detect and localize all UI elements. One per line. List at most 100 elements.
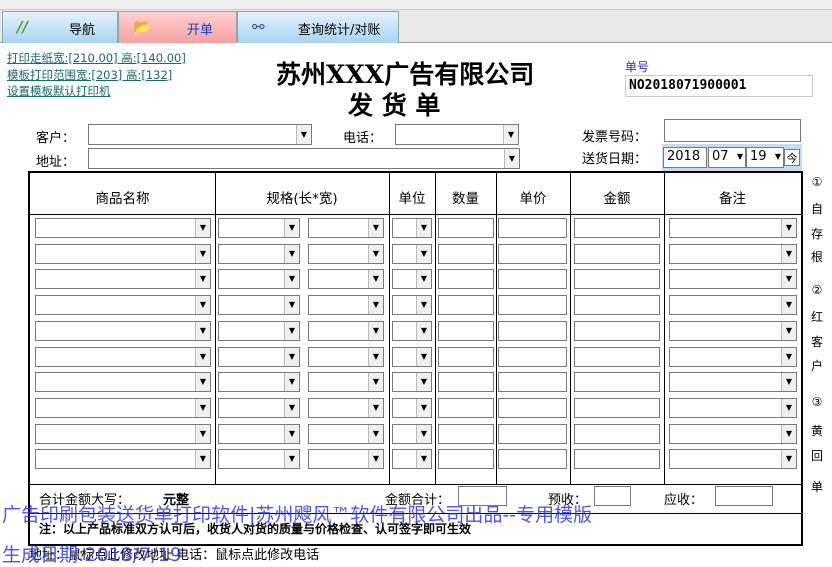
- product-name-select[interactable]: ▼: [35, 449, 211, 470]
- amount-field[interactable]: [574, 346, 660, 367]
- unit-select[interactable]: ▼: [392, 243, 432, 264]
- unit-select[interactable]: ▼: [392, 218, 432, 238]
- amount-field[interactable]: [574, 372, 660, 393]
- unit-price-field[interactable]: [498, 346, 567, 367]
- receivable-field[interactable]: [715, 486, 773, 506]
- unit-price-field[interactable]: [498, 372, 567, 393]
- remark-select[interactable]: ▼: [669, 346, 797, 367]
- length-select[interactable]: ▼: [218, 295, 300, 316]
- product-name-select[interactable]: ▼: [35, 295, 211, 316]
- year-select[interactable]: 2018: [663, 147, 707, 168]
- quantity-field[interactable]: [438, 372, 494, 393]
- width-select[interactable]: ▼: [308, 243, 384, 264]
- unit-price-field[interactable]: [498, 449, 567, 470]
- length-select[interactable]: ▼: [218, 423, 300, 444]
- quantity-field[interactable]: [438, 320, 494, 341]
- unit-select[interactable]: ▼: [392, 449, 432, 470]
- phone-select[interactable]: ▼: [395, 124, 519, 145]
- amount-field[interactable]: [574, 423, 660, 444]
- quantity-field[interactable]: [438, 295, 494, 316]
- length-select[interactable]: ▼: [218, 243, 300, 264]
- length-select[interactable]: ▼: [218, 346, 300, 367]
- unit-price-field[interactable]: [498, 243, 567, 264]
- remark-select[interactable]: ▼: [669, 449, 797, 470]
- invoice-field[interactable]: [664, 119, 801, 142]
- unit-select[interactable]: ▼: [392, 397, 432, 418]
- width-select[interactable]: ▼: [308, 397, 384, 418]
- month-select[interactable]: 07 ▼: [708, 147, 746, 168]
- print-range-link[interactable]: 模板打印范围宽:[203] 高:[132]: [7, 67, 172, 83]
- length-select[interactable]: ▼: [218, 218, 300, 238]
- unit-price-field[interactable]: [498, 397, 567, 418]
- day-select[interactable]: 19 ▼: [746, 147, 784, 168]
- customer-select[interactable]: ▼: [88, 124, 312, 145]
- product-name-select[interactable]: ▼: [35, 269, 211, 290]
- unit-select[interactable]: ▼: [392, 346, 432, 367]
- remark-select[interactable]: ▼: [669, 243, 797, 264]
- remark-select[interactable]: ▼: [669, 269, 797, 290]
- quantity-field[interactable]: [438, 423, 494, 444]
- remark-select[interactable]: ▼: [669, 423, 797, 444]
- product-name-select[interactable]: ▼: [35, 423, 211, 444]
- order-no-field[interactable]: NO2018071900001: [625, 75, 813, 97]
- default-printer-link[interactable]: 设置模板默认打印机: [7, 83, 111, 99]
- product-name-select[interactable]: ▼: [35, 218, 211, 238]
- width-select[interactable]: ▼: [308, 320, 384, 341]
- width-select[interactable]: ▼: [308, 269, 384, 290]
- paper-size-link[interactable]: 打印走纸宽:[210.00] 高:[140.00]: [7, 50, 186, 66]
- width-select[interactable]: ▼: [308, 423, 384, 444]
- amount-field[interactable]: [574, 449, 660, 470]
- unit-price-field[interactable]: [498, 218, 567, 238]
- quantity-field[interactable]: [438, 243, 494, 264]
- unit-price-field[interactable]: [498, 295, 567, 316]
- length-select[interactable]: ▼: [218, 397, 300, 418]
- length-select[interactable]: ▼: [218, 269, 300, 290]
- quantity-field[interactable]: [438, 269, 494, 290]
- address-select[interactable]: ▼: [88, 148, 520, 169]
- copy-label-char: 存: [810, 227, 823, 241]
- today-button[interactable]: 今: [784, 149, 800, 166]
- amount-field[interactable]: [574, 243, 660, 264]
- length-select[interactable]: ▼: [218, 449, 300, 470]
- length-select[interactable]: ▼: [218, 372, 300, 393]
- tab-query-stats[interactable]: ⚯ 查询统计/对账: [237, 11, 399, 43]
- length-select[interactable]: ▼: [218, 320, 300, 341]
- product-name-select[interactable]: ▼: [35, 320, 211, 341]
- width-select[interactable]: ▼: [308, 346, 384, 367]
- unit-select[interactable]: ▼: [392, 295, 432, 316]
- product-name-select[interactable]: ▼: [35, 243, 211, 264]
- amount-field[interactable]: [574, 295, 660, 316]
- prepaid-field[interactable]: [594, 486, 631, 506]
- unit-select[interactable]: ▼: [392, 320, 432, 341]
- unit-price-field[interactable]: [498, 423, 567, 444]
- quantity-field[interactable]: [438, 218, 494, 238]
- amount-field[interactable]: [574, 218, 660, 238]
- copy-label-char: 红: [810, 310, 823, 324]
- remark-select[interactable]: ▼: [669, 372, 797, 393]
- unit-price-field[interactable]: [498, 269, 567, 290]
- amount-field[interactable]: [574, 320, 660, 341]
- unit-select[interactable]: ▼: [392, 372, 432, 393]
- quantity-field[interactable]: [438, 449, 494, 470]
- unit-price-field[interactable]: [498, 320, 567, 341]
- product-name-select[interactable]: ▼: [35, 397, 211, 418]
- remark-select[interactable]: ▼: [669, 397, 797, 418]
- quantity-field[interactable]: [438, 346, 494, 367]
- unit-select[interactable]: ▼: [392, 269, 432, 290]
- width-select[interactable]: ▼: [308, 449, 384, 470]
- width-select[interactable]: ▼: [308, 372, 384, 393]
- amount-field[interactable]: [574, 269, 660, 290]
- width-select[interactable]: ▼: [308, 295, 384, 316]
- tab-new-order[interactable]: 📂 开单: [118, 11, 237, 43]
- tab-navigation[interactable]: // 导航: [2, 11, 118, 43]
- remark-select[interactable]: ▼: [669, 320, 797, 341]
- unit-select[interactable]: ▼: [392, 423, 432, 444]
- product-name-select[interactable]: ▼: [35, 372, 211, 393]
- remark-select[interactable]: ▼: [669, 295, 797, 316]
- remark-select[interactable]: ▼: [669, 218, 797, 238]
- quantity-field[interactable]: [438, 397, 494, 418]
- product-name-select[interactable]: ▼: [35, 346, 211, 367]
- width-select[interactable]: ▼: [308, 218, 384, 238]
- chevron-down-icon: ▼: [368, 450, 383, 469]
- amount-field[interactable]: [574, 397, 660, 418]
